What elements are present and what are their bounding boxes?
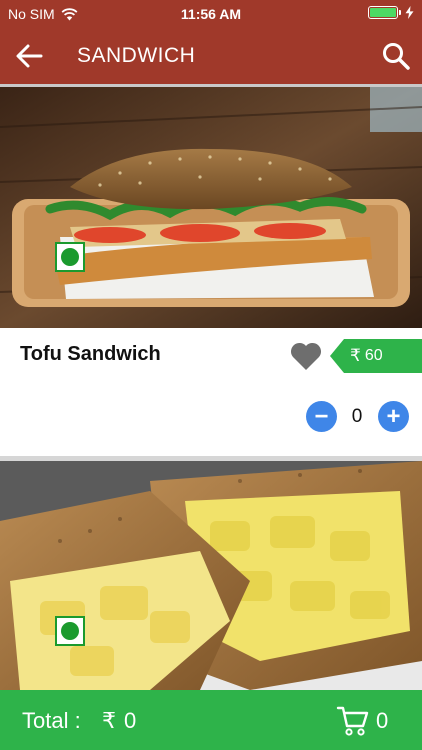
total-value: 0 bbox=[124, 708, 137, 733]
status-bar: No SIM 11:56 AM bbox=[0, 0, 422, 28]
quantity-value: 0 bbox=[351, 406, 363, 427]
veg-indicator-icon bbox=[55, 616, 85, 646]
minus-icon: − bbox=[314, 402, 329, 430]
total-currency: ₹ bbox=[102, 708, 116, 733]
header: SANDWICH bbox=[0, 28, 422, 84]
veg-dot bbox=[61, 622, 79, 640]
cart-summary-bar: Total : ₹ 0 0 bbox=[0, 690, 422, 750]
charging-bolt-icon bbox=[405, 6, 414, 19]
status-right bbox=[368, 6, 414, 19]
heart-icon bbox=[290, 342, 322, 370]
plus-icon: + bbox=[386, 402, 401, 430]
veg-dot bbox=[61, 248, 79, 266]
battery-icon bbox=[368, 6, 401, 19]
price-currency: ₹ bbox=[350, 346, 361, 365]
search-icon bbox=[383, 43, 410, 70]
item-image-grilled-sandwich[interactable] bbox=[0, 461, 422, 690]
item-image-tofu-sandwich[interactable] bbox=[0, 87, 422, 328]
page-title: SANDWICH bbox=[77, 44, 196, 67]
tofu-sandwich-photo bbox=[0, 87, 422, 328]
decrement-button[interactable]: − bbox=[306, 401, 337, 432]
cart-icon bbox=[336, 706, 369, 736]
arrow-left-icon bbox=[16, 44, 43, 68]
increment-button[interactable]: + bbox=[378, 401, 409, 432]
grilled-sandwich-photo bbox=[0, 461, 422, 690]
search-button[interactable] bbox=[380, 40, 412, 72]
total-label: Total : bbox=[22, 708, 81, 733]
item-name: Tofu Sandwich bbox=[20, 343, 161, 365]
battery-fill bbox=[370, 8, 396, 17]
status-time: 11:56 AM bbox=[180, 6, 242, 22]
back-button[interactable] bbox=[14, 42, 44, 70]
price-value: 60 bbox=[364, 347, 383, 364]
price-tag: ₹ 60 bbox=[330, 339, 422, 373]
cart-count: 0 bbox=[376, 708, 389, 733]
veg-indicator-icon bbox=[55, 242, 85, 272]
cart-button[interactable] bbox=[336, 703, 370, 737]
favorite-button[interactable] bbox=[289, 340, 323, 372]
menu-item-card: Tofu Sandwich ₹ 60 − 0 + bbox=[0, 328, 422, 456]
